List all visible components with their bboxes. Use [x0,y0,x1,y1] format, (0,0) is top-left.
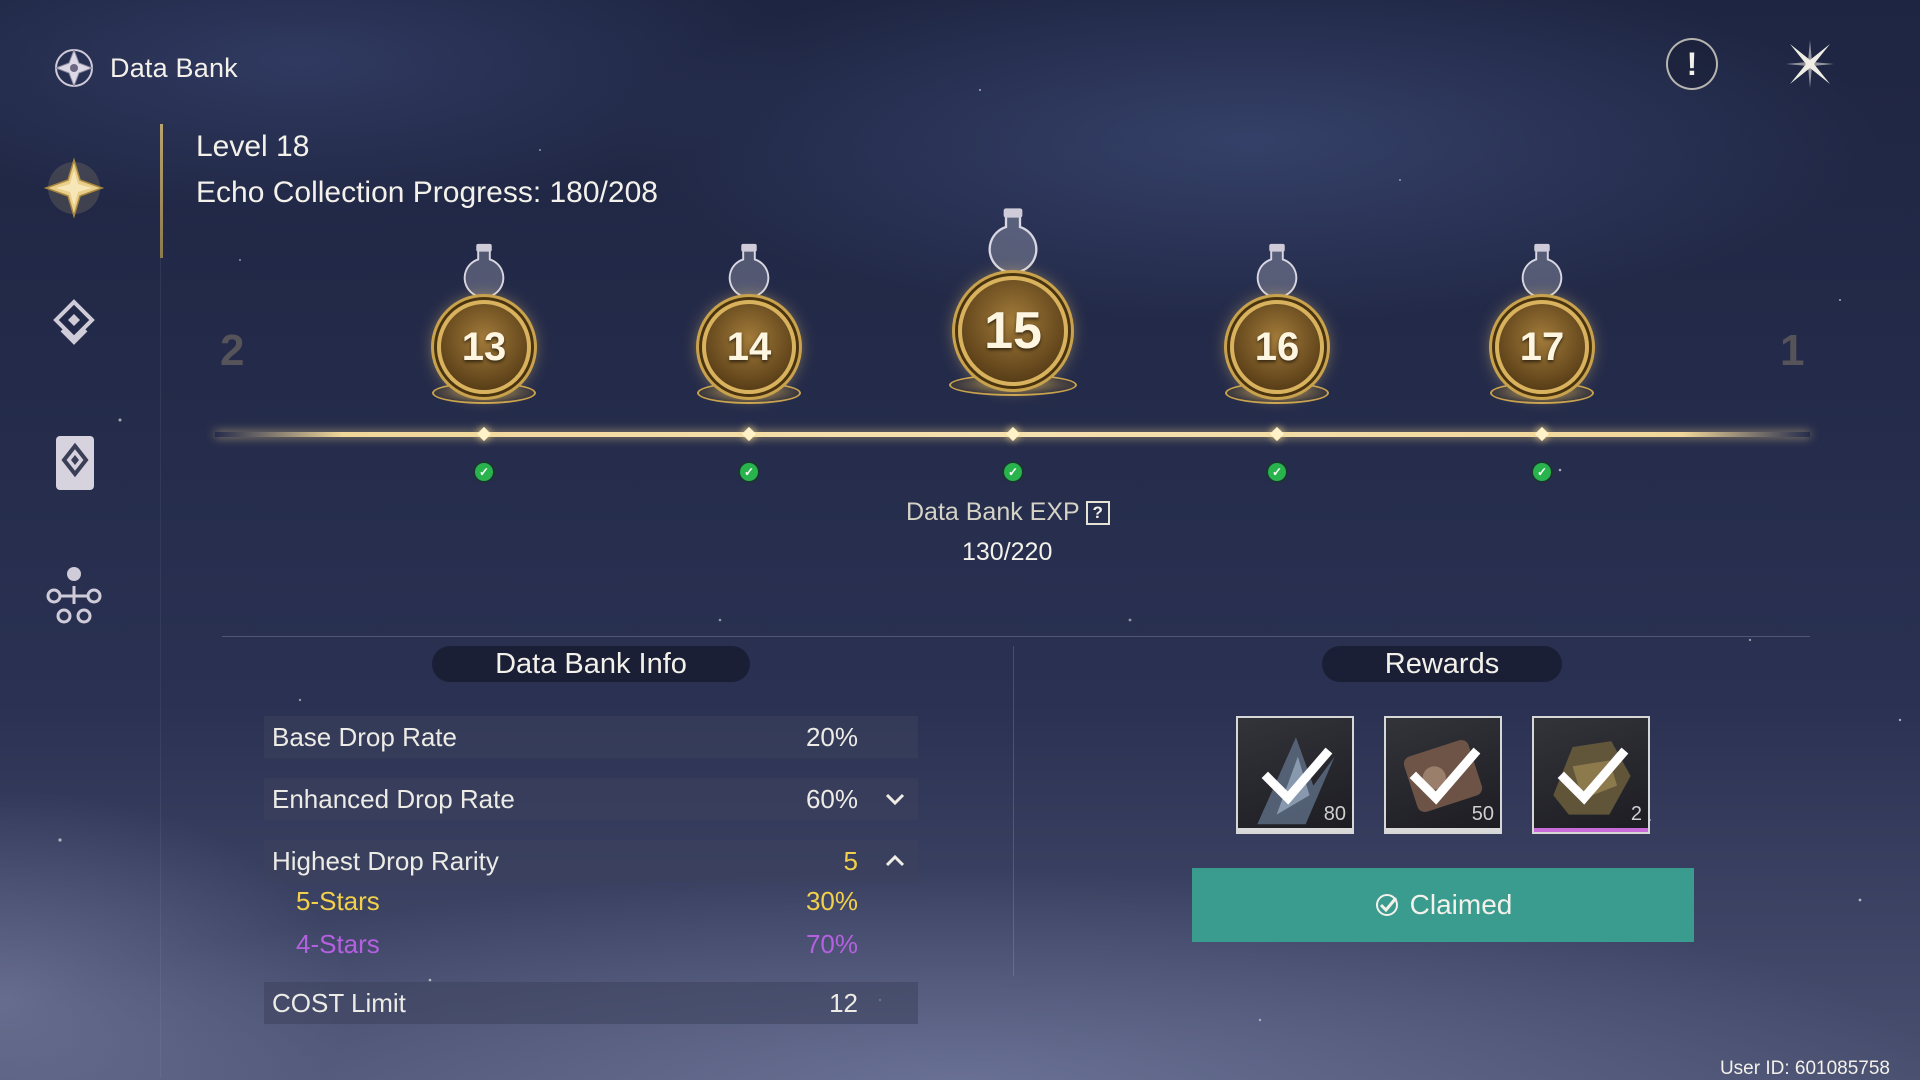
card-diamond-icon [56,436,94,490]
question-icon[interactable]: ? [1085,500,1110,525]
level-medal: 15 [958,276,1068,386]
exclamation-icon: ! [1686,45,1698,82]
section-divider [222,636,1810,637]
sidebar-divider [160,124,163,258]
sidebar-item-echo-list[interactable] [42,290,106,362]
reward-item[interactable]: 2 [1532,716,1650,834]
enhanced-drop-rate-label: Enhanced Drop Rate [272,783,515,814]
reward-count: 2 [1630,803,1642,825]
enhanced-drop-rate-row[interactable]: Enhanced Drop Rate 60% [264,778,918,820]
claimed-button[interactable]: Claimed [1192,868,1694,942]
cost-limit-row: COST Limit 12 [264,982,918,1024]
column-divider [1013,646,1014,976]
timeline-marker [1269,426,1285,442]
chevron-down-icon[interactable] [882,786,908,812]
timeline-marker [1534,426,1550,442]
base-drop-rate-row: Base Drop Rate 20% [264,716,918,758]
enhanced-drop-rate-value: 60% [805,783,858,814]
reward-item[interactable]: 80 [1236,716,1354,834]
help-button[interactable]: ! [1666,38,1718,90]
reward-count: 50 [1471,803,1494,825]
claimed-check-icon: ✓ [1533,463,1551,481]
four-star-value: 70% [805,929,858,959]
rarity-bar [1238,828,1352,832]
app-title-text: Data Bank [110,52,238,83]
exp-value: 130/220 [962,538,1053,566]
reward-item[interactable]: 50 [1384,716,1502,834]
level-node-14[interactable]: 14 ✓ [689,0,809,500]
level-node-13[interactable]: 13 ✓ [424,0,544,500]
star-crest-icon [43,157,105,219]
claimed-check-icon: ✓ [475,463,493,481]
cost-limit-value: 12 [829,987,858,1018]
level-medal: 16 [1230,300,1324,394]
timeline-marker [476,426,492,442]
app-title: Data Bank [52,46,238,90]
highest-drop-rarity-value: 5 [843,845,858,876]
reward-count: 80 [1323,803,1346,825]
claimed-check-icon: ✓ [1268,463,1286,481]
user-id: User ID: 601085758 [1719,1058,1890,1079]
cost-limit-label: COST Limit [272,987,406,1018]
check-icon [1557,747,1629,805]
flask-icon [988,208,1038,274]
level-node-16[interactable]: 16 ✓ [1217,0,1337,500]
ghost-level-right: 1 [1780,326,1805,375]
level-node-17[interactable]: 17 ✓ [1482,0,1602,500]
sidebar-guide-line [160,258,161,1078]
sidebar-item-data-bank[interactable] [42,152,106,224]
base-drop-rate-value: 20% [805,721,858,752]
highest-drop-rarity-label: Highest Drop Rarity [272,845,499,876]
info-section-title: Data Bank Info [432,646,750,682]
four-star-row: 4-Stars 70% [264,929,918,967]
level-text: Level 18 [196,130,310,163]
level-medal: 13 [437,300,531,394]
sidebar-item-echo-card[interactable] [42,426,106,498]
timeline-marker [741,426,757,442]
level-medal: 17 [1495,300,1589,394]
flask-icon [1256,243,1298,299]
base-drop-rate-label: Base Drop Rate [272,721,457,752]
exp-label-text: Data Bank EXP [906,498,1080,526]
stacked-diamond-icon [53,299,95,345]
five-star-label: 5-Stars [296,886,380,916]
chevron-up-icon[interactable] [882,848,908,874]
rarity-bar [1534,828,1648,832]
data-bank-logo-icon [54,48,94,88]
level-node-15[interactable]: 15 ✓ [949,0,1077,500]
exp-label: Data Bank EXP ? [906,498,1110,527]
level-medal: 14 [702,300,796,394]
check-circle-icon [1375,894,1398,916]
constellation-icon [46,567,102,624]
flask-icon [1521,243,1563,299]
four-star-label: 4-Stars [296,929,380,959]
flask-icon [728,243,770,299]
claimed-button-label: Claimed [1409,889,1513,920]
claimed-check-icon: ✓ [1004,463,1022,481]
claimed-check-icon: ✓ [740,463,758,481]
rewards-section-title: Rewards [1322,646,1562,682]
rarity-bar [1386,828,1500,832]
flask-icon [463,243,505,299]
timeline-marker [1005,426,1021,442]
ghost-level-left: 2 [220,326,245,375]
sidebar-item-sonata[interactable] [42,560,106,632]
close-icon[interactable] [1782,36,1838,92]
five-star-row: 5-Stars 30% [264,886,918,924]
five-star-value: 30% [805,886,858,916]
highest-drop-rarity-row[interactable]: Highest Drop Rarity 5 [264,840,918,882]
